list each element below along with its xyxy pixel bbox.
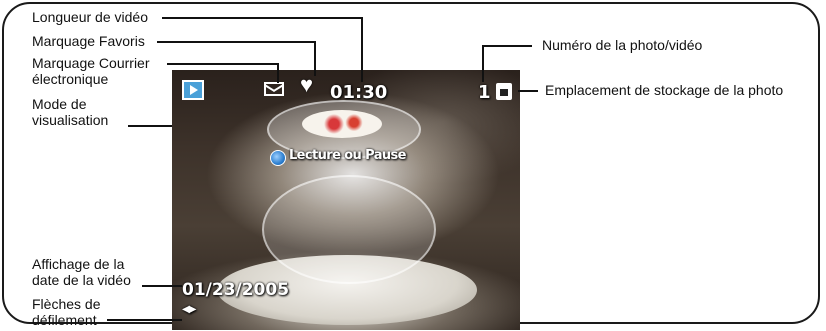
leader-line-storage bbox=[518, 90, 538, 92]
play-pause-icon[interactable] bbox=[270, 150, 286, 166]
dessert bbox=[302, 110, 382, 138]
callout-review-mode-1: Mode de bbox=[32, 96, 87, 112]
callout-scroll-arrows-1: Flèches de bbox=[32, 296, 101, 312]
favorite-heart-icon: ♥ bbox=[300, 72, 314, 97]
callout-video-date-2: date de la vidéo bbox=[32, 272, 131, 288]
review-mode-icon bbox=[182, 80, 204, 100]
video-date-value: 01/23/2005 bbox=[182, 280, 290, 300]
photo-number-value: 1 bbox=[478, 82, 491, 103]
leader-line-review-mode bbox=[128, 125, 172, 127]
leader-line-favorites-v bbox=[314, 41, 316, 76]
leader-line-video-length bbox=[162, 17, 362, 19]
leader-line-email-v bbox=[277, 63, 279, 83]
callout-favorites-tag: Marquage Favoris bbox=[32, 33, 145, 49]
play-pause-label: Lecture ou Pause bbox=[289, 148, 407, 163]
video-length-value: 01:30 bbox=[330, 82, 388, 103]
scroll-arrows-icon[interactable]: ◀▶ bbox=[182, 304, 196, 315]
leader-line-scroll-arrows bbox=[107, 319, 182, 321]
email-tag-icon bbox=[264, 82, 284, 96]
camera-preview-screen: ♥ 01:30 1 Lecture ou Pause 01/23/2005 ◀▶ bbox=[172, 70, 520, 330]
leader-line-photo-number bbox=[482, 45, 532, 47]
glass-bowl bbox=[262, 175, 436, 284]
leader-line-favorites bbox=[157, 41, 315, 43]
callout-video-date-1: Affichage de la bbox=[32, 256, 125, 272]
callout-review-mode-2: visualisation bbox=[32, 112, 109, 128]
leader-line-photo-number-v bbox=[482, 45, 484, 82]
callout-email-tag-1: Marquage Courrier bbox=[32, 55, 150, 71]
callout-scroll-arrows-2: défilement bbox=[32, 312, 97, 328]
callout-photo-number: Numéro de la photo/vidéo bbox=[542, 37, 703, 53]
leader-line-video-date bbox=[142, 285, 182, 287]
callout-video-length: Longueur de vidéo bbox=[32, 9, 148, 25]
leader-line-video-length-v bbox=[361, 17, 363, 82]
leader-line-email bbox=[167, 63, 278, 65]
storage-location-icon bbox=[496, 83, 512, 100]
callout-storage-location: Emplacement de stockage de la photo bbox=[545, 82, 784, 98]
callout-email-tag-2: électronique bbox=[32, 71, 109, 87]
